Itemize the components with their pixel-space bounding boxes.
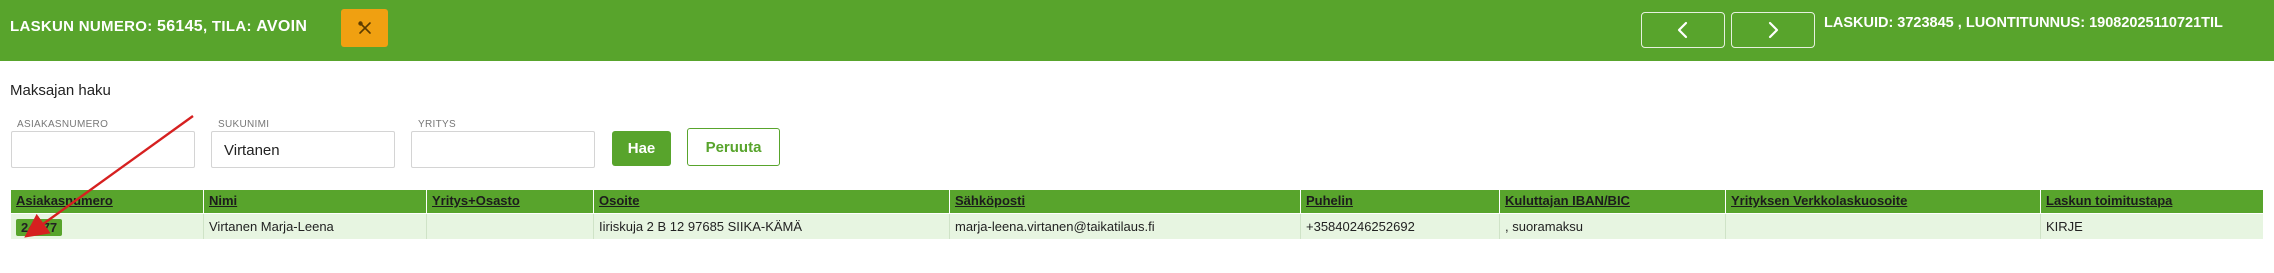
cell-text: Iiriskuja 2 B 12 97685 SIIKA-KÄMÄ: [599, 219, 803, 234]
invoice-header: LASKUN NUMERO: 56145, TILA: AVOIN: [10, 18, 307, 36]
invoice-number: 56145: [157, 18, 203, 35]
cell-address: Iiriskuja 2 B 12 97685 SIIKA-KÄMÄ: [594, 214, 950, 239]
table-header: Asiakasnumero Nimi Yritys+Osasto Osoite …: [11, 190, 2263, 213]
surname-field[interactable]: SUKUNIMI Virtanen: [211, 119, 395, 168]
company-label: YRITYS: [418, 119, 456, 130]
section-title: Maksajan haku: [10, 82, 111, 99]
customer-number-label: ASIAKASNUMERO: [17, 119, 109, 130]
column-header-phone[interactable]: Puhelin: [1301, 190, 1500, 213]
cell-text: +35840246252692: [1306, 219, 1415, 234]
wrench-screwdriver-icon: [357, 21, 371, 34]
column-header-label: Yritys+Osasto: [432, 193, 520, 208]
column-header-label: Laskun toimitustapa: [2046, 193, 2173, 208]
column-header-einvoice-address[interactable]: Yrityksen Verkkolaskuosoite: [1726, 190, 2041, 213]
column-header-label: Kuluttajan IBAN/BIC: [1505, 193, 1630, 208]
cell-delivery-method: KIRJE: [2041, 214, 2263, 239]
column-header-customer-number[interactable]: Asiakasnumero: [11, 190, 204, 213]
status-label: , TILA:: [203, 18, 252, 35]
cancel-button[interactable]: Peruuta: [687, 128, 780, 166]
cell-name: Virtanen Marja-Leena: [204, 214, 427, 239]
cell-customer-number: 24277: [11, 214, 204, 239]
column-header-label: Nimi: [209, 193, 238, 208]
column-header-label: Puhelin: [1306, 193, 1353, 208]
column-header-label: Asiakasnumero: [16, 193, 113, 208]
table-row[interactable]: 24277 Virtanen Marja-Leena Iiriskuja 2 B…: [11, 214, 2263, 239]
top-bar: LASKUN NUMERO: 56145, TILA: AVOIN LASKUI…: [0, 0, 2274, 61]
column-header-name[interactable]: Nimi: [204, 190, 427, 213]
search-button[interactable]: Hae: [612, 131, 671, 166]
column-header-delivery-method[interactable]: Laskun toimitustapa: [2041, 190, 2263, 213]
column-header-iban[interactable]: Kuluttajan IBAN/BIC: [1500, 190, 1726, 213]
column-header-label: Sähköposti: [955, 193, 1026, 208]
column-header-email[interactable]: Sähköposti: [950, 190, 1301, 213]
surname-value: Virtanen: [224, 142, 280, 159]
invoice-id-info: LASKUID: 3723845 , LUONTITUNNUS: 1908202…: [1824, 15, 2223, 31]
column-header-company[interactable]: Yritys+Osasto: [427, 190, 594, 213]
status-value: AVOIN: [256, 18, 308, 35]
column-header-address[interactable]: Osoite: [594, 190, 950, 213]
customer-number-badge[interactable]: 24277: [16, 219, 63, 236]
cell-phone: +35840246252692: [1301, 214, 1500, 239]
invoice-number-label: LASKUN NUMERO:: [10, 18, 153, 35]
column-header-label: Yrityksen Verkkolaskuosoite: [1731, 193, 1908, 208]
tools-button[interactable]: [341, 9, 388, 47]
chevron-left-icon: [1677, 21, 1688, 39]
column-header-label: Osoite: [599, 193, 640, 208]
company-field[interactable]: YRITYS: [411, 119, 595, 168]
surname-label: SUKUNIMI: [218, 119, 270, 130]
customer-number-field[interactable]: ASIAKASNUMERO: [11, 119, 195, 168]
cell-einvoice-address: [1726, 214, 2041, 239]
cell-text: marja-leena.virtanen@taikatilaus.fi: [955, 219, 1155, 234]
cell-text: Virtanen Marja-Leena: [209, 219, 334, 234]
cell-email: marja-leena.virtanen@taikatilaus.fi: [950, 214, 1301, 239]
cell-text: , suoramaksu: [1505, 219, 1584, 234]
cell-text: KIRJE: [2046, 219, 2083, 234]
next-button[interactable]: [1731, 12, 1815, 48]
cell-company: [427, 214, 594, 239]
cell-iban: , suoramaksu: [1500, 214, 1726, 239]
chevron-right-icon: [1768, 21, 1779, 39]
previous-button[interactable]: [1641, 12, 1725, 48]
